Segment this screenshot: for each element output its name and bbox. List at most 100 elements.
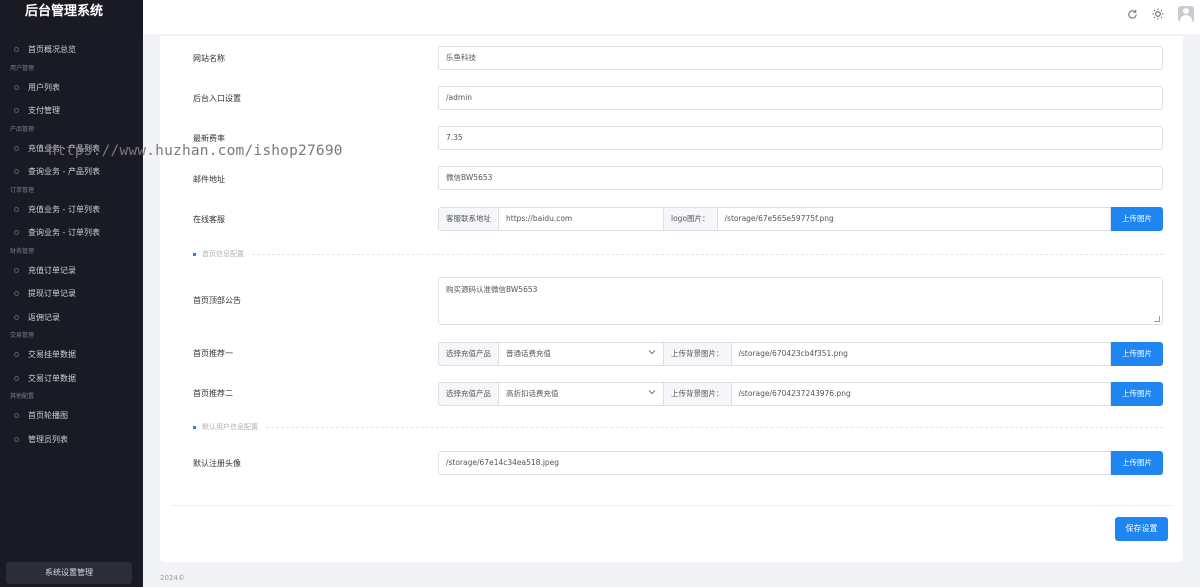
bullet-icon [14,314,19,320]
sidebar-item-5[interactable]: 充值业务 - 订单列表 [0,198,143,222]
sidebar-item-10[interactable]: 交易挂单数据 [0,343,143,367]
sidebar-item-label: 查询业务 - 产品列表 [28,167,100,177]
sidebar-item-label: 返佣记录 [28,312,60,322]
upload-rec1-button[interactable]: 上传图片 [1111,342,1163,366]
avatar-group: /storage/67e14c34ea518.jpeg 上传图片 [438,451,1163,475]
admin-entry-label: 后台入口设置 [193,94,241,103]
bullet-icon [14,169,19,175]
sidebar-item-label: 用户列表 [28,82,60,92]
service-url-addon: 客服联系地址 [438,207,499,231]
sidebar-item-9[interactable]: 返佣记录 [0,306,143,330]
service-logo-path[interactable]: /storage/67e565e59775f.png [717,207,1111,231]
rec1-product-select[interactable]: 普通话费充值 [499,342,664,366]
bullet-icon [14,230,19,236]
section-user-divider: 默认用户信息配置 [193,422,1163,432]
bullet-icon [14,47,19,53]
service-group: 客服联系地址 https://baidu.com logo图片： /storag… [438,207,1163,231]
form-divider [170,505,1173,506]
rec2-product-value: 高折扣话费充值 [506,389,559,398]
avatar[interactable] [1178,6,1194,22]
sidebar-item-1[interactable]: 用户列表 [0,76,143,100]
sidebar-item-label: 首页概况总览 [28,45,76,55]
sidebar-item-label: 充值订单记录 [28,265,76,275]
settings-form: 网站名称 乐鱼科技 后台入口设置 /admin 最新费率 7.35 邮件地址 微… [160,36,1183,562]
sidebar-item-13[interactable]: 管理员列表 [0,428,143,452]
sidebar-item-4[interactable]: 查询业务 - 产品列表 [0,160,143,184]
bullet-icon [14,375,19,381]
bullet-icon [14,413,19,419]
rec2-group: 选择充值产品 高折扣话费充值 上传背景图片： /storage/67042372… [438,382,1163,406]
sidebar-group-label: 交易管理 [10,332,35,339]
upload-avatar-button[interactable]: 上传图片 [1111,451,1163,475]
bullet-icon [14,108,19,114]
sidebar-item-label: 管理员列表 [28,434,68,444]
bullet-icon [14,291,19,297]
bullet-icon [14,436,19,442]
sidebar-item-0[interactable]: 首页概况总览 [0,38,143,62]
chevron-down-icon [648,343,656,365]
sidebar-item-2[interactable]: 支付管理 [0,99,143,123]
chevron-down-icon [648,383,656,405]
sidebar-group-label: 用户管理 [10,64,35,72]
rec1-group: 选择充值产品 普通话费充值 上传背景图片： /storage/670423cb4… [438,342,1163,366]
rec2-product-select[interactable]: 高折扣话费充值 [499,382,664,406]
watermark: https://www.huzhan.com/ishop27690 [48,143,343,159]
sidebar-item-label: 充值业务 - 订单列表 [28,204,100,214]
theme-sun-icon[interactable] [1152,8,1164,20]
upload-logo-button[interactable]: 上传图片 [1111,207,1163,231]
sidebar-item-label: 支付管理 [28,106,60,116]
copyright: 2024© [160,574,185,582]
sidebar: 后台管理系统 首页概况总览 用户管理 用户列表 支付管理 产品管理 充值业务 - 产品列表… [0,0,143,587]
refresh-icon[interactable] [1126,8,1138,20]
rec1-bg-path[interactable]: /storage/670423cb4f351.png [731,342,1111,366]
upload-rec2-button[interactable]: 上传图片 [1111,382,1163,406]
email-label: 邮件地址 [193,175,225,184]
sidebar-item-label: 查询业务 - 订单列表 [28,228,100,238]
sidebar-item-system-settings[interactable]: 系统设置管理 [6,562,132,584]
bullet-icon [14,145,19,151]
sidebar-item-12[interactable]: 首页轮播图 [0,404,143,428]
rec1-product-addon: 选择充值产品 [438,342,499,366]
service-logo-addon: logo图片： [664,207,718,231]
resize-handle-icon[interactable] [1154,316,1160,322]
sidebar-group-label: 产品管理 [10,125,35,133]
site-name-input[interactable]: 乐鱼科技 [438,46,1163,70]
site-name-label: 网站名称 [193,54,225,63]
rec1-bg-addon: 上传背景图片： [664,342,732,366]
sidebar-item-8[interactable]: 提现订单记录 [0,282,143,306]
sidebar-item-7[interactable]: 充值订单记录 [0,259,143,283]
sidebar-item-label: 提现订单记录 [28,289,76,299]
notice-text: 购买源码认准微信BW5653 [446,285,538,294]
section-home-title: 首页信息配置 [202,250,244,258]
rec1-product-value: 普通话费充值 [506,349,551,358]
sidebar-group-label: 订单管理 [10,186,35,194]
bullet-icon [14,84,19,90]
bullet-icon [14,206,19,212]
save-button[interactable]: 保存设置 [1115,517,1168,541]
rec2-bg-path[interactable]: /storage/6704237243976.png [731,382,1111,406]
rec2-label: 首页推荐二 [193,389,233,398]
service-url-input[interactable]: https://baidu.com [499,207,664,231]
rate-input[interactable]: 7.35 [438,126,1163,150]
avatar-label: 默认注册头像 [193,459,241,468]
notice-label: 首页顶部公告 [193,296,241,305]
notice-textarea[interactable]: 购买源码认准微信BW5653 [438,277,1163,325]
email-input[interactable]: 微信BW5653 [438,166,1163,190]
app-title: 后台管理系统 [25,4,104,19]
rec1-label: 首页推荐一 [193,349,233,358]
sidebar-item-label: 交易挂单数据 [28,350,76,360]
sidebar-item-6[interactable]: 查询业务 - 订单列表 [0,221,143,245]
service-label: 在线客服 [193,215,225,224]
rec2-product-addon: 选择充值产品 [438,382,499,406]
bullet-icon [14,352,19,358]
section-home-divider: 首页信息配置 [193,249,1163,259]
bullet-icon [14,267,19,273]
section-user-title: 默认用户信息配置 [202,423,258,431]
sidebar-menu: 首页概况总览 用户管理 用户列表 支付管理 产品管理 充值业务 - 产品列表 查询业务 - … [0,38,143,451]
sidebar-item-11[interactable]: 交易订单数据 [0,367,143,391]
admin-entry-input[interactable]: /admin [438,86,1163,110]
sidebar-item-label: 交易订单数据 [28,373,76,383]
avatar-path[interactable]: /storage/67e14c34ea518.jpeg [438,451,1111,475]
sidebar-group-label: 其他配置 [10,393,35,400]
rec2-bg-addon: 上传背景图片： [664,382,732,406]
